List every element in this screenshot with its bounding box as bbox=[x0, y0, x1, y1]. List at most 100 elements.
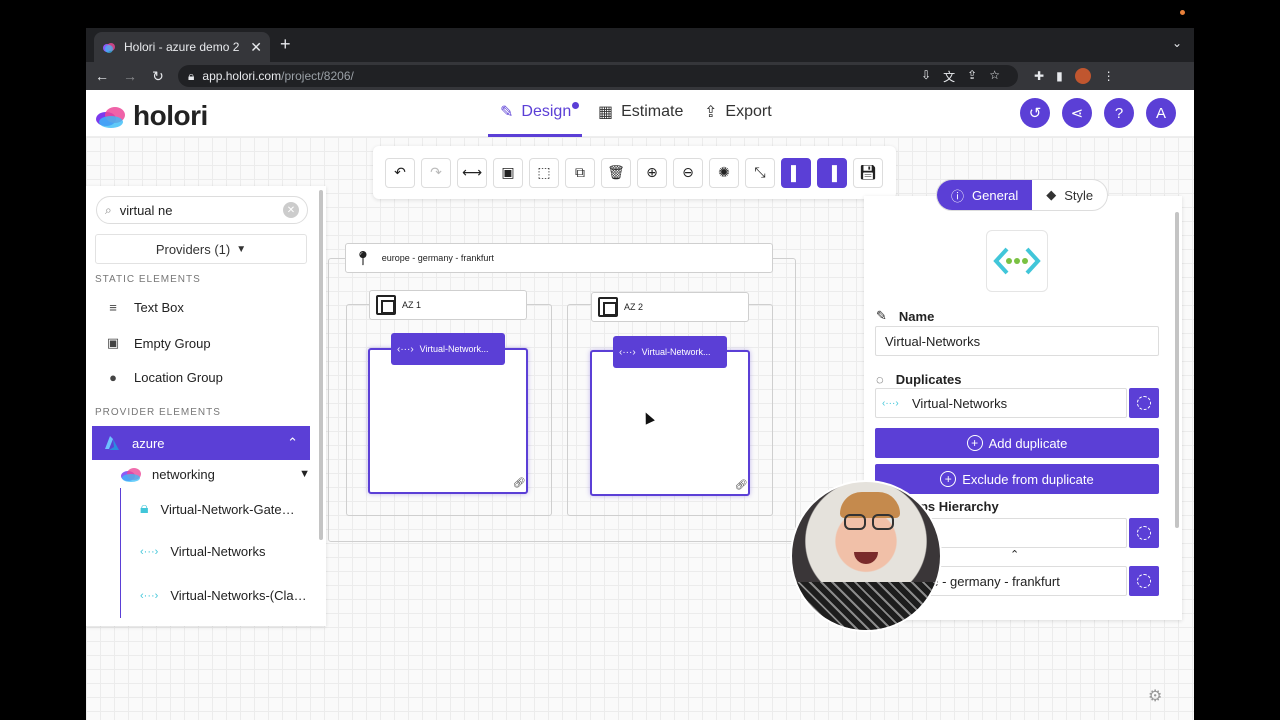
share-button[interactable]: ⋖ bbox=[1062, 98, 1092, 128]
auto-layout-button[interactable]: ✺ bbox=[709, 157, 739, 188]
element-text-box[interactable]: ≡ Text Box bbox=[104, 300, 184, 315]
chevron-up-icon[interactable]: ⌃ bbox=[1010, 548, 1019, 561]
duplicate-button[interactable]: ⧉ bbox=[565, 157, 595, 188]
vnet2-label[interactable]: ‹···› Virtual-Network... bbox=[613, 336, 727, 368]
select-duplicate-button[interactable] bbox=[1129, 388, 1159, 418]
element-location-group[interactable]: ● Location Group bbox=[104, 370, 223, 385]
back-icon[interactable]: ← bbox=[90, 68, 114, 84]
azure-logo-icon bbox=[105, 436, 119, 450]
tab-close-icon[interactable]: ✕ bbox=[250, 39, 262, 56]
name-input[interactable]: Virtual-Networks bbox=[875, 326, 1159, 356]
panel-scrollbar[interactable] bbox=[319, 190, 323, 540]
tab-export[interactable]: ⇪ Export bbox=[704, 102, 772, 122]
url-host: app.holori.com bbox=[202, 69, 282, 83]
tab-style-label: Style bbox=[1064, 187, 1094, 203]
element-virtual-network-gateway[interactable]: 🔒︎ Virtual-Network-Gate… bbox=[140, 500, 295, 518]
provider-elements-heading: PROVIDER ELEMENTS bbox=[95, 407, 221, 418]
redo-button[interactable]: ↷ bbox=[421, 157, 451, 188]
chevron-down-icon: ▼ bbox=[236, 243, 247, 255]
link-icon[interactable]: 🔗︎ bbox=[513, 478, 526, 489]
tab-design[interactable]: ✎ Design bbox=[500, 102, 571, 122]
user-avatar-button[interactable]: A bbox=[1146, 98, 1176, 128]
element-label: Text Box bbox=[134, 300, 184, 315]
left-panel-toggle-icon: ▌ bbox=[791, 164, 801, 181]
fit-button[interactable]: ⤡ bbox=[745, 157, 775, 188]
magic-wand-icon: ✎ bbox=[500, 104, 514, 121]
vnet1-box[interactable] bbox=[368, 348, 528, 494]
az1-name: AZ 1 bbox=[402, 300, 422, 310]
new-tab-button[interactable]: + bbox=[280, 34, 291, 55]
location-group-label[interactable]: 📍︎ europe - germany - frankfurt bbox=[345, 243, 773, 273]
add-duplicate-button[interactable]: + Add duplicate bbox=[875, 428, 1159, 458]
duplicate-field[interactable]: ‹···› Virtual-Networks bbox=[875, 388, 1127, 418]
element-virtual-networks[interactable]: ‹···› Virtual-Networks bbox=[140, 544, 265, 559]
vnet1-label[interactable]: ‹···› Virtual-Network... bbox=[391, 333, 505, 365]
virtual-network-icon: ‹···› bbox=[619, 346, 636, 358]
right-panel-toggle[interactable]: ▐ bbox=[817, 157, 847, 188]
active-tab-indicator bbox=[488, 134, 582, 137]
export-icon: ⇪ bbox=[704, 104, 718, 121]
extensions-icon[interactable]: ✚ bbox=[1034, 69, 1044, 83]
save-icon: 💾︎ bbox=[859, 164, 877, 180]
element-empty-group[interactable]: ▣ Empty Group bbox=[104, 335, 211, 351]
browser-tab[interactable]: Holori - azure demo 2 ✕ bbox=[94, 32, 270, 62]
group-icon bbox=[376, 295, 396, 315]
zoom-in-button[interactable]: ⊕ bbox=[637, 157, 667, 188]
undo-button[interactable]: ↶ bbox=[385, 157, 415, 188]
tab-general[interactable]: ⓘ General bbox=[937, 180, 1033, 210]
name-value: Virtual-Networks bbox=[885, 333, 981, 349]
az2-label[interactable]: AZ 2 bbox=[591, 292, 749, 322]
design-notification-dot bbox=[572, 102, 579, 109]
category-label: networking bbox=[152, 466, 215, 482]
connect-button[interactable]: ⟷ bbox=[457, 157, 487, 188]
select-area-button[interactable]: ⬚ bbox=[529, 157, 559, 188]
reload-icon[interactable]: ↻ bbox=[146, 68, 170, 85]
holori-logo[interactable]: holori bbox=[95, 100, 208, 132]
help-button[interactable]: ? bbox=[1104, 98, 1134, 128]
screen: Holori - azure demo 2 ✕ + ⌄ ← → ↻ 🔒︎ app… bbox=[0, 0, 1280, 720]
vnet2-box[interactable] bbox=[590, 350, 750, 496]
bookmark-star-icon[interactable]: ☆ bbox=[989, 68, 1000, 85]
tab-estimate-label: Estimate bbox=[621, 103, 684, 120]
element-search-input[interactable]: ⌕ virtual ne ✕ bbox=[96, 196, 308, 224]
element-label: Virtual-Network-Gate… bbox=[160, 501, 295, 517]
link-icon[interactable]: 🔗︎ bbox=[735, 480, 748, 491]
tab-search-icon[interactable]: ⌄ bbox=[1172, 36, 1182, 50]
az1-label[interactable]: AZ 1 bbox=[369, 290, 527, 320]
tab-estimate[interactable]: ▦ Estimate bbox=[598, 102, 683, 122]
name-heading: ✎ Name bbox=[876, 308, 934, 324]
share-icon[interactable]: ⇪ bbox=[967, 68, 977, 85]
location-pin-icon: 📍︎ bbox=[354, 249, 372, 266]
clear-search-icon[interactable]: ✕ bbox=[283, 202, 299, 218]
left-panel-toggle[interactable]: ▌ bbox=[781, 157, 811, 188]
forward-icon[interactable]: → bbox=[118, 68, 142, 84]
side-panel-icon[interactable]: ▮ bbox=[1056, 69, 1063, 83]
lock-icon: 🔒︎ bbox=[188, 68, 195, 83]
redo-icon: ↷ bbox=[430, 164, 442, 180]
zoom-out-button[interactable]: ⊖ bbox=[673, 157, 703, 188]
location-pin-icon: ● bbox=[109, 370, 117, 385]
profile-avatar[interactable] bbox=[1074, 68, 1091, 84]
select-hierarchy-button[interactable] bbox=[1129, 518, 1159, 548]
exclude-duplicate-button[interactable]: + Exclude from duplicate bbox=[875, 464, 1159, 494]
provider-azure[interactable]: azure ⌃ bbox=[92, 426, 310, 460]
browser-toolbar: ← → ↻ 🔒︎ app.holori.com/project/8206/ ⇩ … bbox=[86, 62, 1194, 90]
virtual-network-icon: ‹···› bbox=[397, 343, 414, 355]
translate-icon[interactable]: 文 bbox=[943, 68, 955, 85]
history-button[interactable]: ↺ bbox=[1020, 98, 1050, 128]
browser-menu-icon[interactable]: ⋮ bbox=[1103, 69, 1115, 83]
select-hierarchy-button[interactable] bbox=[1129, 566, 1159, 596]
address-bar[interactable]: 🔒︎ app.holori.com/project/8206/ ⇩ 文 ⇪ ☆ bbox=[178, 65, 1018, 87]
name-heading-label: Name bbox=[898, 308, 935, 324]
tab-style[interactable]: ◆ Style bbox=[1032, 180, 1107, 210]
holori-logo-icon bbox=[96, 107, 125, 128]
element-virtual-networks-classic[interactable]: ‹···› Virtual-Networks-(Cla… bbox=[140, 588, 307, 603]
providers-dropdown[interactable]: Providers (1) ▼ bbox=[95, 234, 307, 264]
panel-scrollbar[interactable] bbox=[1175, 212, 1179, 528]
save-button[interactable]: 💾︎ bbox=[853, 157, 883, 188]
group-button[interactable]: ▣ bbox=[493, 157, 523, 188]
settings-gear-icon[interactable]: ⚙ bbox=[1148, 686, 1162, 706]
install-icon[interactable]: ⇩ bbox=[921, 68, 931, 85]
category-networking[interactable]: networking ▼ bbox=[120, 466, 310, 482]
delete-button[interactable]: 🗑︎ bbox=[601, 157, 631, 188]
